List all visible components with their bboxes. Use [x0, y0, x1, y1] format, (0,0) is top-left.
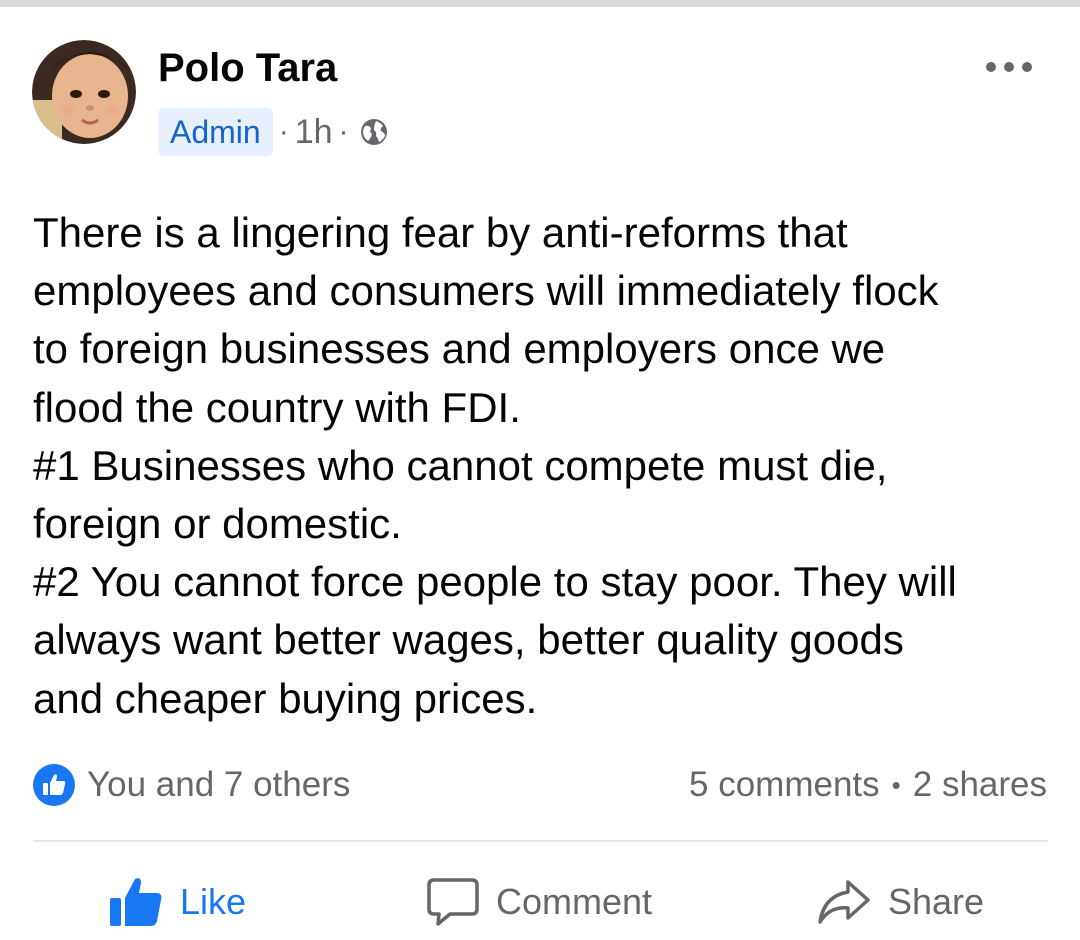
admin-badge[interactable]: Admin — [158, 108, 273, 156]
share-label: Share — [888, 881, 985, 922]
count-separator: • — [891, 769, 901, 800]
post-meta: Admin · 1h · — [158, 107, 389, 157]
top-divider-strip — [0, 0, 1080, 7]
more-options-icon[interactable] — [986, 57, 1032, 77]
share-button[interactable]: Share — [816, 872, 984, 932]
author-name[interactable]: Polo Tara — [158, 44, 337, 92]
post-body-line: always want better wages, better quality… — [33, 616, 904, 664]
author-avatar[interactable] — [32, 40, 136, 144]
post-body-line: foreign or domestic. — [33, 500, 402, 548]
post-body-line: There is a lingering fear by anti-reform… — [33, 209, 848, 256]
like-reaction-icon — [33, 764, 75, 806]
meta-separator: · — [338, 115, 349, 148]
post-body-line: and cheaper buying prices. — [33, 674, 538, 722]
shares-count[interactable]: 2 shares — [913, 765, 1047, 805]
globe-icon[interactable] — [359, 117, 389, 147]
actions-divider — [33, 840, 1048, 842]
more-dot — [1004, 62, 1014, 72]
like-button[interactable]: Like — [108, 872, 246, 932]
thumbs-up-icon — [110, 878, 162, 926]
comments-count[interactable]: 5 comments — [689, 765, 880, 805]
post-body-line: to foreign businesses and employers once… — [33, 325, 886, 373]
post-body-line: #2 You cannot force people to stay poor.… — [33, 558, 957, 606]
reactions-summary[interactable]: You and 7 others — [33, 764, 350, 806]
baby-photo-avatar-icon — [32, 40, 136, 144]
post-body: There is a lingering fear by anti-reform… — [33, 204, 1053, 728]
post-body-line: flood the country with FDI. — [33, 383, 521, 431]
comment-button[interactable]: Comment — [426, 872, 652, 932]
meta-separator: · — [278, 115, 289, 148]
comment-label: Comment — [496, 881, 653, 922]
like-label: Like — [180, 881, 247, 922]
more-dot — [1022, 62, 1032, 72]
post-body-line: #1 Businesses who cannot compete must di… — [33, 441, 888, 489]
engagement-counts: 5 comments • 2 shares — [689, 764, 1047, 806]
post-card: Polo Tara Admin · 1h · There is a linger… — [0, 7, 1080, 940]
more-dot — [986, 62, 996, 72]
reactions-text: You and 7 others — [87, 765, 351, 804]
post-body-line: employees and consumers will immediately… — [33, 267, 939, 315]
comment-bubble-icon — [427, 878, 479, 926]
post-timestamp[interactable]: 1h — [295, 113, 333, 152]
share-arrow-icon — [818, 880, 870, 924]
